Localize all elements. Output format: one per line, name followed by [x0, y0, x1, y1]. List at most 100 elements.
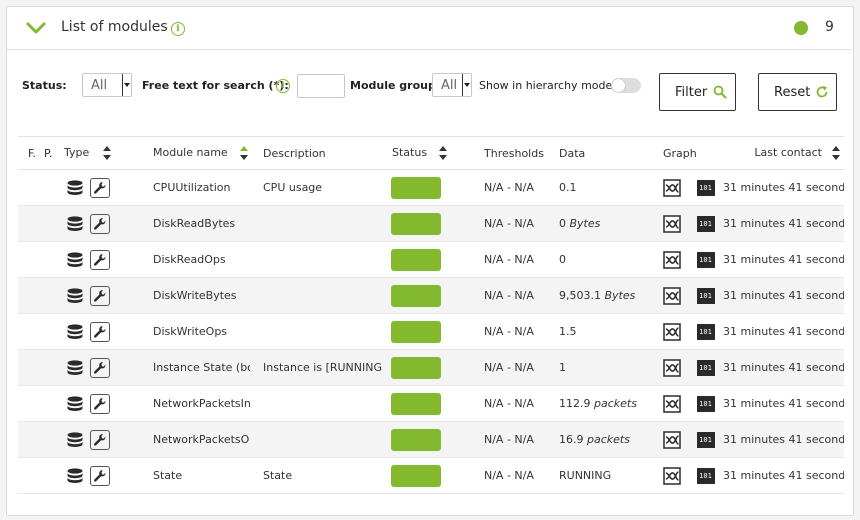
data-unit: Bytes: [601, 289, 636, 302]
search-filter-label: Free text for search (*):: [142, 79, 289, 92]
module-description: State: [250, 457, 382, 494]
thresholds: N/A - N/A: [474, 169, 549, 206]
col-status-label: Status: [392, 146, 428, 159]
module-group-value: All: [441, 78, 458, 93]
module-name[interactable]: DiskReadBytes: [140, 205, 250, 242]
col-status[interactable]: Status: [382, 136, 474, 170]
chart-icon[interactable]: [663, 250, 681, 269]
cell-type: [64, 205, 140, 242]
data-value: 16.9: [559, 433, 584, 446]
raw-data-icon[interactable]: 101: [696, 395, 715, 412]
sort-icon[interactable]: [439, 146, 448, 160]
chart-icon[interactable]: [663, 466, 681, 485]
status-cell: [382, 313, 474, 350]
table-row: State State N/A - N/A RUNNING 101 31 min…: [18, 457, 844, 494]
col-last-contact[interactable]: Last contact: [723, 136, 844, 170]
thresholds: N/A - N/A: [474, 205, 549, 242]
cell-f: [18, 385, 44, 422]
status-indicator: [391, 356, 441, 379]
raw-data-icon[interactable]: 101: [696, 431, 715, 448]
table-row: DiskWriteBytes N/A - N/A 9,503.1 Bytes 1…: [18, 277, 844, 314]
col-module-name[interactable]: Module name: [140, 136, 250, 170]
wrench-icon[interactable]: [89, 393, 110, 414]
chart-icon[interactable]: [663, 394, 681, 413]
wrench-icon[interactable]: [89, 357, 110, 378]
chart-icon[interactable]: [663, 214, 681, 233]
cell-type: [64, 313, 140, 350]
module-group-select[interactable]: All: [432, 73, 472, 97]
status-indicator: [391, 176, 441, 199]
filter-button[interactable]: Filter: [659, 73, 736, 111]
raw-data-icon[interactable]: 101: [696, 323, 715, 340]
data-cell: 1.5: [549, 313, 653, 350]
data-cell: 112.9 packets: [549, 385, 653, 422]
wrench-icon[interactable]: [89, 321, 110, 342]
module-description: CPU usage: [250, 169, 382, 206]
status-select[interactable]: All: [82, 73, 132, 97]
module-name[interactable]: DiskReadOps: [140, 241, 250, 278]
chart-icon[interactable]: [663, 358, 681, 377]
thresholds: N/A - N/A: [474, 349, 549, 386]
panel-header: List of modules i 9: [7, 7, 853, 50]
module-name[interactable]: State: [140, 457, 250, 494]
col-type[interactable]: Type: [64, 136, 140, 170]
raw-data-icon[interactable]: 101: [696, 251, 715, 268]
graph-cell: 101: [653, 169, 723, 206]
panel-title: List of modules: [61, 19, 168, 35]
module-name[interactable]: NetworkPacketsIn: [140, 385, 250, 422]
wrench-icon[interactable]: [89, 249, 110, 270]
data-cell: 16.9 packets: [549, 421, 653, 458]
wrench-icon[interactable]: [89, 465, 110, 486]
wrench-icon[interactable]: [89, 213, 110, 234]
module-name[interactable]: DiskWriteOps: [140, 313, 250, 350]
module-name[interactable]: DiskWriteBytes: [140, 277, 250, 314]
module-name[interactable]: CPUUtilization: [140, 169, 250, 206]
chevron-down-icon[interactable]: [25, 19, 47, 37]
module-description: [250, 241, 382, 278]
sort-icon[interactable]: [239, 146, 248, 160]
wrench-icon[interactable]: [89, 285, 110, 306]
raw-data-icon[interactable]: 101: [696, 179, 715, 196]
database-icon: [67, 467, 83, 483]
wrench-icon[interactable]: [89, 177, 110, 198]
last-contact: 31 minutes 41 seconds: [723, 277, 844, 314]
data-value: 0: [559, 217, 566, 230]
module-count: 9: [825, 19, 834, 35]
reset-button[interactable]: Reset: [758, 73, 837, 111]
module-name[interactable]: NetworkPacketsOut: [140, 421, 250, 458]
cell-f: [18, 205, 44, 242]
status-indicator: [391, 248, 441, 271]
cell-p: [44, 349, 64, 386]
module-description: Instance is [RUNNING]: [250, 349, 382, 386]
info-icon: i: [171, 22, 185, 36]
status-filter-label: Status:: [22, 79, 67, 92]
chart-icon[interactable]: [663, 430, 681, 449]
module-name[interactable]: Instance State (bool): [140, 349, 250, 386]
sort-icon[interactable]: [103, 146, 112, 160]
status-cell: [382, 241, 474, 278]
cell-f: [18, 241, 44, 278]
hierarchy-toggle[interactable]: [611, 78, 641, 93]
module-group-label: Module group: [350, 79, 436, 92]
cell-f: [18, 457, 44, 494]
chart-icon[interactable]: [663, 178, 681, 197]
raw-data-icon[interactable]: 101: [696, 359, 715, 376]
raw-data-icon[interactable]: 101: [696, 287, 715, 304]
raw-data-icon[interactable]: 101: [696, 467, 715, 484]
status-indicator: [391, 212, 441, 235]
search-input[interactable]: [297, 74, 345, 98]
sort-icon[interactable]: [832, 146, 840, 160]
status-indicator: [391, 392, 441, 415]
chart-icon[interactable]: [663, 286, 681, 305]
last-contact: 31 minutes 41 seconds: [723, 421, 844, 458]
raw-data-icon[interactable]: 101: [696, 215, 715, 232]
cell-type: [64, 349, 140, 386]
cell-f: [18, 277, 44, 314]
chart-icon[interactable]: [663, 322, 681, 341]
status-indicator: [391, 464, 441, 487]
database-icon: [67, 179, 83, 195]
wrench-icon[interactable]: [89, 429, 110, 450]
data-unit: Bytes: [566, 217, 601, 230]
last-contact: 31 minutes 41 seconds: [723, 385, 844, 422]
data-value: 0: [559, 253, 566, 266]
